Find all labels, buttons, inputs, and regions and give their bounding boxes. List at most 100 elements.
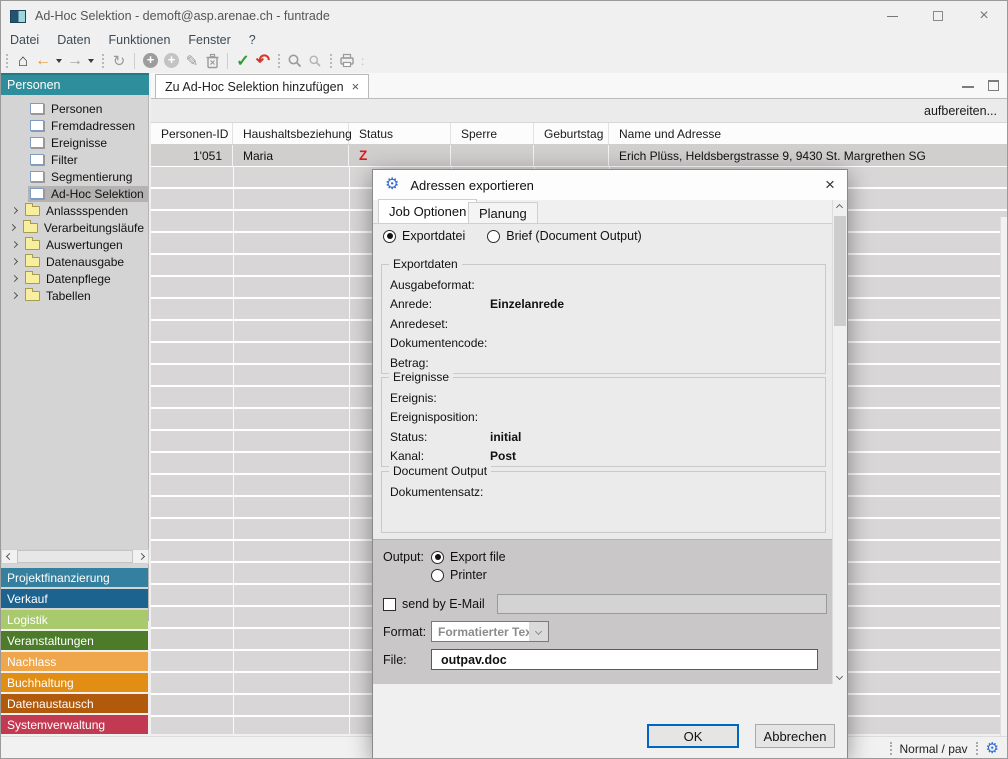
format-dropdown[interactable]: Formatierter Text bbox=[431, 621, 549, 642]
module-label: Buchhaltung bbox=[7, 676, 74, 690]
add-icon[interactable]: + bbox=[143, 53, 158, 68]
send-by-email-checkbox[interactable] bbox=[383, 598, 396, 611]
tab-zu-adhoc-selektion[interactable]: Zu Ad-Hoc Selektion hinzufügen × bbox=[155, 74, 369, 98]
email-input[interactable] bbox=[497, 594, 827, 614]
confirm-icon[interactable]: ✓ bbox=[233, 51, 253, 71]
sidebar-item-tabellen[interactable]: Tabellen bbox=[1, 287, 148, 304]
expand-chevron-icon[interactable] bbox=[8, 242, 21, 247]
minimize-button[interactable] bbox=[869, 1, 915, 31]
scroll-right-icon[interactable] bbox=[134, 554, 148, 559]
radio-exportdatei[interactable]: Exportdatei bbox=[383, 229, 465, 243]
print-icon[interactable] bbox=[337, 51, 357, 71]
radio-label: Export file bbox=[450, 550, 506, 564]
module-logistik[interactable]: Logistik bbox=[1, 610, 148, 629]
sidebar-item-datenpflege[interactable]: Datenpflege bbox=[1, 270, 148, 287]
expand-chevron-icon[interactable] bbox=[8, 208, 21, 213]
edit-icon[interactable]: ✎ bbox=[182, 51, 202, 71]
scroll-down-icon[interactable] bbox=[836, 673, 843, 680]
menu-datei[interactable]: Datei bbox=[1, 33, 48, 47]
module-nachlass[interactable]: Nachlass bbox=[1, 652, 148, 671]
add-secondary-icon[interactable]: + bbox=[164, 53, 179, 68]
forward-dropdown-icon[interactable] bbox=[88, 59, 94, 63]
delete-icon[interactable] bbox=[202, 51, 222, 71]
column-header-personen-id[interactable]: Personen-ID bbox=[151, 123, 233, 144]
undo-icon[interactable]: ↶ bbox=[253, 51, 273, 71]
form-icon bbox=[30, 171, 44, 182]
field-value: Einzelanrede bbox=[490, 297, 564, 311]
dropdown-arrow-icon[interactable] bbox=[529, 622, 548, 641]
scrollbar-thumb[interactable] bbox=[17, 550, 133, 563]
expand-chevron-icon[interactable] bbox=[8, 259, 21, 264]
expand-chevron-icon[interactable] bbox=[6, 225, 19, 230]
folder-icon bbox=[25, 206, 40, 216]
module-projektfinanzierung[interactable]: Projektfinanzierung bbox=[1, 568, 148, 587]
sidebar-item-ereignisse[interactable]: Ereignisse bbox=[1, 134, 148, 151]
tab-planung[interactable]: Planung bbox=[468, 202, 538, 223]
status-mode[interactable]: Normal / pav bbox=[900, 742, 968, 756]
group-legend: Ereignisse bbox=[389, 370, 453, 384]
aufbereiten-link[interactable]: aufbereiten... bbox=[924, 104, 997, 118]
sidebar-item-personen[interactable]: Personen bbox=[1, 100, 148, 117]
file-input[interactable]: outpav.doc bbox=[431, 649, 818, 670]
dialog-close-icon[interactable]: × bbox=[813, 170, 847, 200]
table-row[interactable]: 1'051 Maria Z Erich Plüss, Heldsbergstra… bbox=[151, 145, 1008, 166]
field-label: Ereignisposition: bbox=[390, 410, 490, 424]
mdi-minimize-icon[interactable] bbox=[962, 83, 974, 88]
menu-fenster[interactable]: Fenster bbox=[179, 33, 239, 47]
sidebar-item-segmentierung[interactable]: Segmentierung bbox=[1, 168, 148, 185]
home-icon[interactable]: ⌂ bbox=[13, 51, 33, 71]
radio-printer[interactable]: Printer bbox=[431, 568, 487, 582]
forward-icon[interactable]: → bbox=[65, 51, 85, 71]
module-label: Verkauf bbox=[7, 592, 48, 606]
sidebar-item-adhoc-selektion[interactable]: Ad-Hoc Selektion bbox=[1, 185, 148, 202]
menu-funktionen[interactable]: Funktionen bbox=[100, 33, 180, 47]
column-header-name-und-adresse[interactable]: Name und Adresse bbox=[609, 123, 1008, 144]
scrollbar-thumb[interactable] bbox=[834, 216, 846, 326]
module-systemverwaltung[interactable]: Systemverwaltung bbox=[1, 715, 148, 734]
refresh-icon[interactable]: ↻ bbox=[109, 51, 129, 71]
sidebar-item-filter[interactable]: Filter bbox=[1, 151, 148, 168]
dialog-tab-strip: Job Optionen Planung bbox=[373, 200, 847, 224]
table-vertical-scrollbar[interactable] bbox=[1000, 217, 1008, 759]
radio-brief-document-output[interactable]: Brief (Document Output) bbox=[487, 229, 641, 243]
menu-help[interactable]: ? bbox=[240, 33, 265, 47]
sidebar-item-verarbeitungslaeufe[interactable]: Verarbeitungsläufe bbox=[1, 219, 148, 236]
toolbar-grip bbox=[6, 54, 8, 68]
back-icon[interactable]: ← bbox=[33, 51, 53, 71]
cancel-button[interactable]: Abbrechen bbox=[755, 724, 835, 748]
back-dropdown-icon[interactable] bbox=[56, 59, 62, 63]
dialog-scrollbar[interactable] bbox=[832, 200, 847, 684]
sidebar-item-fremdadressen[interactable]: Fremdadressen bbox=[1, 117, 148, 134]
mdi-restore-icon[interactable] bbox=[988, 80, 999, 91]
sidebar-item-auswertungen[interactable]: Auswertungen bbox=[1, 236, 148, 253]
column-header-status[interactable]: Status bbox=[349, 123, 451, 144]
scroll-up-icon[interactable] bbox=[836, 204, 843, 211]
sidebar-item-anlassspenden[interactable]: Anlassspenden bbox=[1, 202, 148, 219]
maximize-icon bbox=[933, 11, 943, 21]
expand-chevron-icon[interactable] bbox=[8, 293, 21, 298]
search-icon[interactable] bbox=[285, 51, 305, 71]
search-secondary-icon[interactable] bbox=[305, 51, 325, 71]
settings-gear-icon[interactable]: ⚙ bbox=[986, 741, 999, 756]
radio-icon bbox=[383, 230, 396, 243]
expand-chevron-icon[interactable] bbox=[8, 276, 21, 281]
form-icon bbox=[30, 120, 44, 131]
close-button[interactable]: × bbox=[961, 1, 1007, 31]
module-veranstaltungen[interactable]: Veranstaltungen bbox=[1, 631, 148, 650]
statusbar-grip bbox=[976, 742, 978, 755]
column-header-haushaltsbeziehung[interactable]: Haushaltsbeziehung bbox=[233, 123, 349, 144]
scroll-left-icon[interactable] bbox=[2, 554, 16, 559]
tab-job-optionen[interactable]: Job Optionen bbox=[378, 199, 477, 223]
sidebar-item-datenausgabe[interactable]: Datenausgabe bbox=[1, 253, 148, 270]
column-header-geburtstag[interactable]: Geburtstag bbox=[534, 123, 609, 144]
column-header-sperre[interactable]: Sperre bbox=[451, 123, 534, 144]
module-verkauf[interactable]: Verkauf bbox=[1, 589, 148, 608]
ok-button[interactable]: OK bbox=[647, 724, 739, 748]
module-datenaustausch[interactable]: Datenaustausch bbox=[1, 694, 148, 713]
module-buchhaltung[interactable]: Buchhaltung bbox=[1, 673, 148, 692]
maximize-button[interactable] bbox=[915, 1, 961, 31]
sidebar-horizontal-scrollbar[interactable] bbox=[1, 549, 149, 564]
menu-daten[interactable]: Daten bbox=[48, 33, 99, 47]
tab-close-icon[interactable]: × bbox=[352, 79, 360, 94]
radio-export-file[interactable]: Export file bbox=[431, 550, 506, 564]
